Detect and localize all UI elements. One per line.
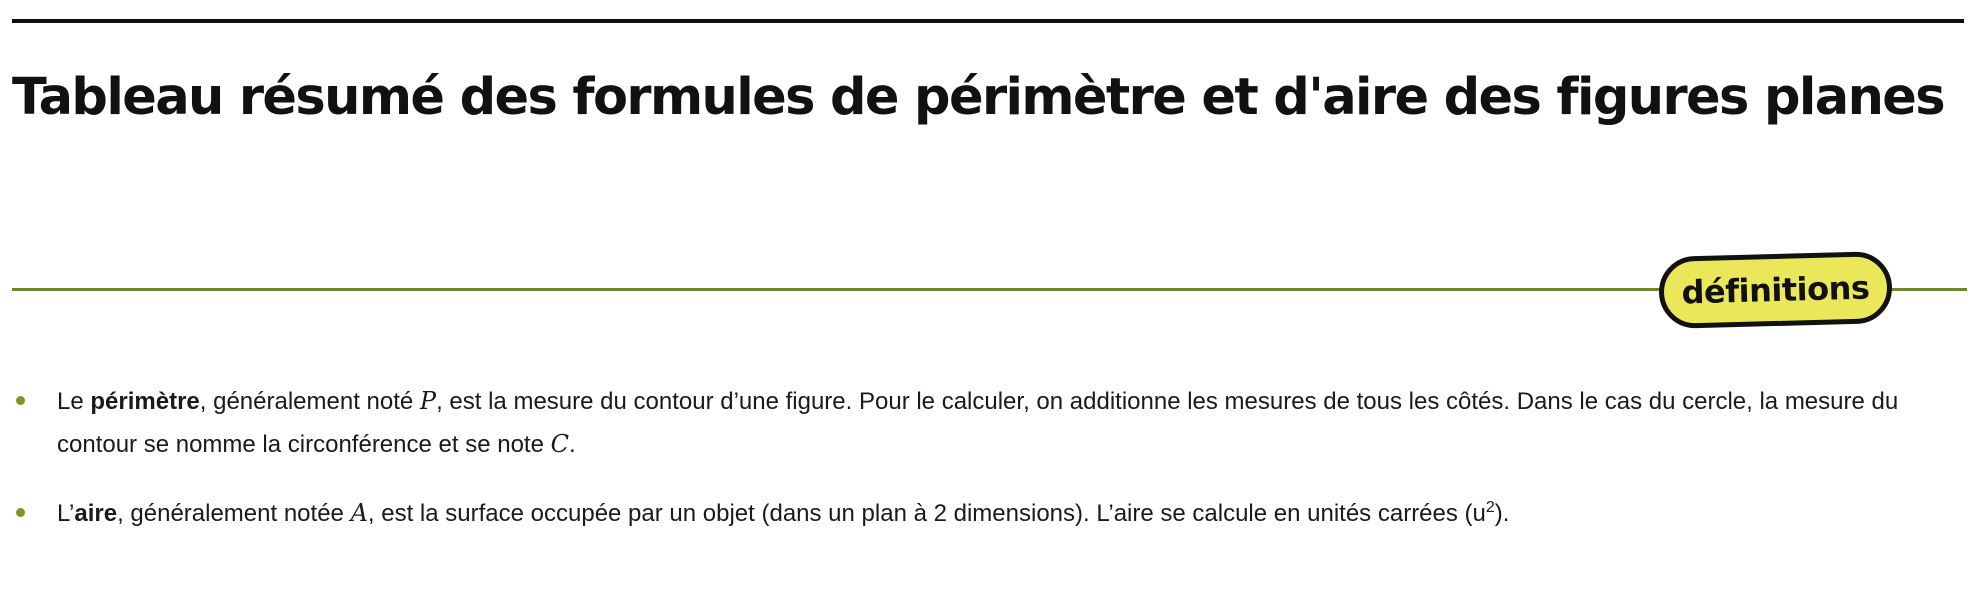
definition-lead: L’ [57, 500, 75, 527]
definition-text: ). [1494, 500, 1510, 527]
math-symbol: P [419, 387, 437, 415]
bullet-icon [16, 396, 25, 405]
definition-text: , est la surface occupée par un objet (d… [367, 500, 1486, 527]
definition-term: aire [74, 500, 118, 527]
definition-text: , généralement notée [117, 500, 351, 527]
definition-area: L’aire, généralement notée A, est la sur… [0, 492, 1985, 535]
definition-term: périmètre [90, 388, 200, 415]
definition-perimeter: Le périmètre, généralement noté P, est l… [0, 380, 1985, 466]
top-divider [12, 19, 1964, 23]
unit-exponent: 2 [1485, 499, 1495, 516]
definition-list: Le périmètre, généralement noté P , est l… [0, 380, 1985, 535]
bullet-icon [16, 508, 25, 517]
math-symbol: C [550, 430, 569, 458]
page-title: Tableau résumé des formules de périmètre… [12, 68, 1946, 127]
definition-lead: Le [57, 388, 91, 415]
definition-text: , généralement noté [199, 388, 420, 415]
definitions-badge: définitions [1658, 250, 1893, 330]
math-symbol: A [350, 499, 368, 527]
definition-text: . [568, 431, 576, 458]
definitions-badge-label: définitions [1681, 268, 1870, 312]
